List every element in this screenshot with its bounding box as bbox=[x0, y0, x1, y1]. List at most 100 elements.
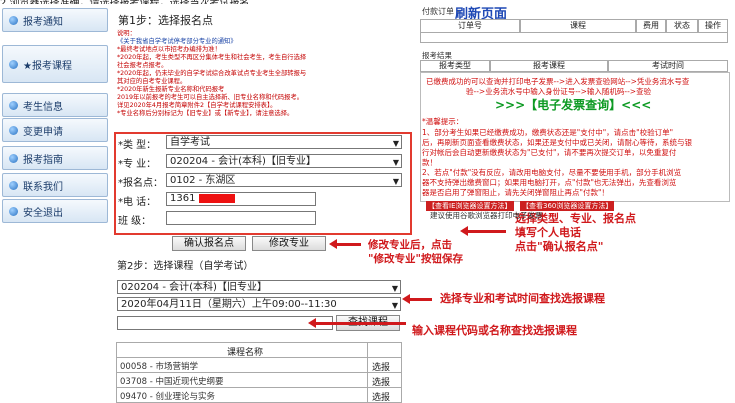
course-search-input[interactable] bbox=[117, 316, 333, 330]
type-select[interactable]: 自学考试 ▼ bbox=[166, 135, 402, 149]
step2-title: 第2步：选择课程（自学考试） bbox=[117, 261, 254, 272]
order-header: 状态 bbox=[666, 19, 698, 33]
notice-line: *专业名称后分别标记为【旧专业】或【新专业】，请注意选择。 bbox=[117, 110, 294, 117]
step2-major-value: 020204 - 会计(本科)【旧专业】 bbox=[121, 282, 267, 293]
notice-line: *最终考试地点以市招考办编排为准！ bbox=[117, 46, 221, 53]
360-settings-link[interactable]: 【查看360浏览器设置方法】 bbox=[520, 201, 615, 211]
tip-line: 后，再刷新页面查看缴费状态，如果还是支付中或已关闭，请耐心等待，系统与银 bbox=[422, 138, 692, 147]
sidebar-item-contact[interactable]: 联系我们 bbox=[2, 173, 108, 197]
class-input[interactable] bbox=[166, 211, 316, 225]
arrow-icon bbox=[329, 239, 361, 249]
bullet-icon bbox=[9, 125, 18, 135]
notice-line: 详见2020年4月报考简章附件2【自学考试课程安排表】。 bbox=[117, 102, 277, 109]
phone-input[interactable]: 1361 bbox=[166, 192, 316, 206]
exam-time-value: 2020年04月11日（星期六）上午09:00--11:30 bbox=[121, 299, 337, 310]
arrow-icon bbox=[402, 294, 432, 304]
site-select[interactable]: 0102 - 东湖区 ▼ bbox=[166, 173, 402, 187]
type-label: *类 型： bbox=[118, 140, 157, 151]
course-note: 选择专业和考试时间查找选报课程 bbox=[440, 292, 605, 305]
result-header: 考试时间 bbox=[608, 60, 728, 72]
sidebar-item-label: 考生信息 bbox=[23, 101, 63, 113]
clipped-top-text: 2.浏览器选择准确，请选择报考课程，选择当次考试报名 bbox=[0, 0, 735, 4]
course-name: 00058 - 市场营销学 bbox=[120, 362, 199, 372]
table-row: 09470 - 创业理论与实务 选报 bbox=[116, 387, 402, 403]
bullet-icon bbox=[9, 15, 18, 25]
chevron-down-icon: ▼ bbox=[392, 139, 399, 148]
notice-line: 说明： bbox=[117, 30, 136, 37]
arrow-icon bbox=[460, 226, 506, 236]
major-label: *专 业： bbox=[118, 159, 157, 170]
notice-line: 其对应的自考专业课程。 bbox=[117, 78, 187, 85]
result-header: 报考课程 bbox=[490, 60, 608, 72]
tip-line: 器不支持弹出缴费窗口；如果用电脑打开，点"付款"也无法弹出，先查看浏览 bbox=[422, 178, 677, 187]
notice-line: *2020年起，仍未毕业的自学考试综合改革试点专业考生全部转报与 bbox=[117, 70, 307, 77]
sidebar-item-label: 报考指南 bbox=[23, 154, 63, 166]
tip-line: 行对帐后会自动更新缴费状态为"已支付"，请不要再次提交订单，以免重复付 bbox=[422, 148, 677, 157]
step1-title: 第1步：选择报名点 bbox=[118, 14, 213, 27]
code-note: 输入课程代码或名称查找选报课程 bbox=[412, 324, 577, 337]
table-row: 03708 - 中国近现代史纲要 选报 bbox=[116, 372, 402, 388]
invoice-query-link[interactable]: >>>【电子发票查询】<<< bbox=[495, 98, 651, 112]
sidebar-item-label: 报考通知 bbox=[23, 16, 63, 28]
course-table-header: 课程名称 bbox=[116, 342, 402, 358]
select-course-link[interactable]: 选报 bbox=[372, 390, 390, 403]
sidebar-item-register-courses[interactable]: ★报考课程 bbox=[2, 45, 108, 83]
notice-line: 2019年以前报考的考生可以自主选择新、旧专业名称和代码报考。 bbox=[117, 94, 304, 101]
order-header: 课程 bbox=[520, 19, 636, 33]
sidebar-item-guide[interactable]: 报考指南 bbox=[2, 146, 108, 170]
chevron-down-icon: ▼ bbox=[391, 301, 398, 310]
sidebar-item-label: 安全退出 bbox=[23, 207, 63, 219]
step2-major-select[interactable]: 020204 - 会计(本科)【旧专业】 ▼ bbox=[117, 280, 401, 294]
sidebar-item-logout[interactable]: 安全退出 bbox=[2, 199, 108, 223]
invoice-instruction: 已缴费成功的可以查询并打印电子发票-->进入发票查验网站-->凭业务流水号查 bbox=[426, 77, 690, 86]
invoice-instruction: 验-->业务流水号中输入身份证号-->输入随机码-->查验 bbox=[466, 87, 652, 96]
step1-notice: 说明： 《关于我省自学考试停考部分专业的通知》 *最终考试地点以市招考办编排为准… bbox=[117, 30, 407, 118]
class-label: 班 级： bbox=[118, 216, 152, 227]
major-select[interactable]: 020204 - 会计(本科)【旧专业】 ▼ bbox=[166, 154, 402, 168]
bullet-icon bbox=[9, 180, 18, 190]
browser-advice: 建议使用谷歌浏览器打印电子发票 bbox=[430, 211, 543, 220]
sidebar-item-label: ★报考课程 bbox=[23, 60, 72, 72]
tip-line: 2、若点"付款"没有反应，请改用电脑支付，尽量不要使用手机，部分手机浏览 bbox=[422, 168, 682, 177]
order-header: 订单号 bbox=[420, 19, 520, 33]
tip-line: 1、部分考生如果已经缴费成功，缴费状态还是"支付中"，请点击"校验订单" bbox=[422, 128, 674, 137]
chevron-down-icon: ▼ bbox=[392, 177, 399, 186]
arrow-icon bbox=[308, 318, 406, 328]
sidebar: 报考通知 ★报考课程 考生信息 变更申请 报考指南 联系我们 安全退出 bbox=[0, 5, 112, 403]
phone-label: *电 话： bbox=[118, 197, 157, 208]
type-select-value: 自学考试 bbox=[170, 137, 210, 148]
redaction-mark bbox=[198, 193, 235, 203]
notice-link[interactable]: 《关于我省自学考试停考部分专业的通知》 bbox=[117, 38, 407, 46]
table-row: 00058 - 市场营销学 选报 bbox=[116, 357, 402, 373]
bullet-icon bbox=[9, 153, 18, 163]
sidebar-item-label: 联系我们 bbox=[23, 181, 63, 193]
order-header: 费用 bbox=[636, 19, 666, 33]
tips-title: *温馨提示： bbox=[422, 117, 464, 126]
modify-major-button[interactable]: 修改专业 bbox=[252, 236, 326, 251]
notice-line: *2020年起，考生类型不再区分集体考生和社会考生，考生自行选择 bbox=[117, 54, 307, 61]
order-header: 操作 bbox=[698, 19, 728, 33]
tip-line: 款！ bbox=[422, 158, 437, 167]
modify-note: 修改专业后，点击 "修改专业"按钮保存 bbox=[368, 239, 463, 265]
bullet-icon bbox=[9, 59, 18, 69]
sidebar-item-label: 变更申请 bbox=[23, 126, 63, 138]
sidebar-item-change-request[interactable]: 变更申请 bbox=[2, 118, 108, 142]
result-header: 报考类型 bbox=[420, 60, 490, 72]
major-select-value: 020204 - 会计(本科)【旧专业】 bbox=[170, 156, 316, 167]
bullet-icon bbox=[9, 100, 18, 110]
exam-time-select[interactable]: 2020年04月11日（星期六）上午09:00--11:30 ▼ bbox=[117, 297, 401, 311]
sidebar-item-candidate-info[interactable]: 考生信息 bbox=[2, 93, 108, 117]
confirm-site-button[interactable]: 确认报名点 bbox=[172, 236, 246, 251]
chevron-down-icon: ▼ bbox=[391, 284, 398, 293]
bullet-icon bbox=[9, 206, 18, 216]
sidebar-item-notice[interactable]: 报考通知 bbox=[2, 8, 108, 32]
site-select-value: 0102 - 东湖区 bbox=[170, 175, 236, 186]
ie-settings-link[interactable]: 【查看IE浏览器设置方法】 bbox=[426, 201, 514, 211]
order-empty-row bbox=[420, 33, 728, 43]
order-label: 付款订单 - bbox=[422, 7, 460, 16]
notice-line: 社会报考点报考。 bbox=[117, 62, 168, 69]
notice-line: *2020年新生报新专业名称和代码报考 bbox=[117, 86, 225, 93]
phone-input-value: 1361 bbox=[170, 193, 196, 204]
tip-line: 器是否启用了弹窗阻止，请先关闭弹窗阻止再点"付款"！ bbox=[422, 188, 609, 197]
site-label: *报名点： bbox=[118, 178, 163, 189]
